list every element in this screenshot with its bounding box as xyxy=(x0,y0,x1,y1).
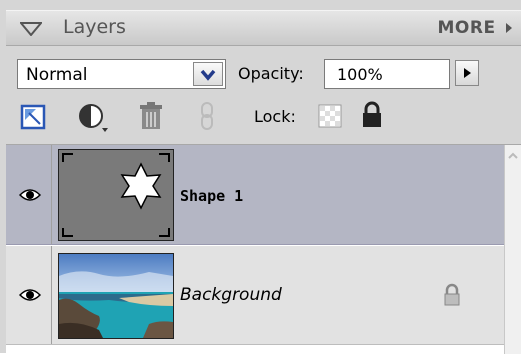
layer-name: Shape 1 xyxy=(180,187,244,205)
opacity-field[interactable]: 100% xyxy=(324,59,450,89)
link-icon[interactable] xyxy=(200,101,214,131)
blend-mode-dropdown-button[interactable] xyxy=(193,62,223,86)
eye-icon xyxy=(19,189,41,201)
star-shape-icon xyxy=(62,153,170,237)
layers-scrollbar[interactable] xyxy=(504,145,521,354)
eye-icon xyxy=(19,289,41,301)
chevron-right-icon xyxy=(464,68,471,78)
blend-mode-value: Normal xyxy=(26,65,88,85)
new-layer-icon[interactable] xyxy=(20,104,46,130)
blend-mode-select[interactable]: Normal xyxy=(17,59,226,89)
background-thumbnail xyxy=(58,253,174,339)
lock-all-icon[interactable] xyxy=(361,101,383,129)
scroll-up-icon[interactable] xyxy=(507,151,519,161)
layers-panel: Layers MORE Normal Opacity: 100% Lock: S… xyxy=(0,0,521,354)
chevron-down-icon xyxy=(200,69,216,81)
layers-toolbar: Normal Opacity: 100% Lock: xyxy=(6,46,521,144)
visibility-toggle[interactable] xyxy=(6,246,52,344)
opacity-slider-button[interactable] xyxy=(455,60,479,86)
visibility-toggle[interactable] xyxy=(6,145,52,244)
collapse-triangle-icon[interactable] xyxy=(20,22,42,36)
opacity-label: Opacity: xyxy=(238,64,304,83)
more-label: MORE xyxy=(437,18,496,38)
layer-name: Background xyxy=(180,285,282,305)
layer-lock-icon xyxy=(444,283,460,306)
panel-titlebar[interactable]: Layers MORE xyxy=(6,10,521,46)
layer-row-shape-1[interactable]: Shape 1 xyxy=(6,145,504,245)
trash-icon[interactable] xyxy=(138,101,164,131)
beach-photo-icon xyxy=(59,254,173,338)
shape-thumbnail xyxy=(58,149,174,241)
opacity-value: 100% xyxy=(337,65,383,84)
adjustment-layer-icon[interactable] xyxy=(78,102,112,134)
lock-label: Lock: xyxy=(254,107,296,126)
more-arrow-icon xyxy=(506,23,512,33)
lock-transparent-icon[interactable] xyxy=(318,104,342,128)
panel-title: Layers xyxy=(63,16,126,38)
layer-row-background[interactable]: Background xyxy=(6,246,504,345)
more-menu-button[interactable]: MORE xyxy=(438,18,514,38)
layers-list: Shape 1 Background xyxy=(6,144,521,354)
